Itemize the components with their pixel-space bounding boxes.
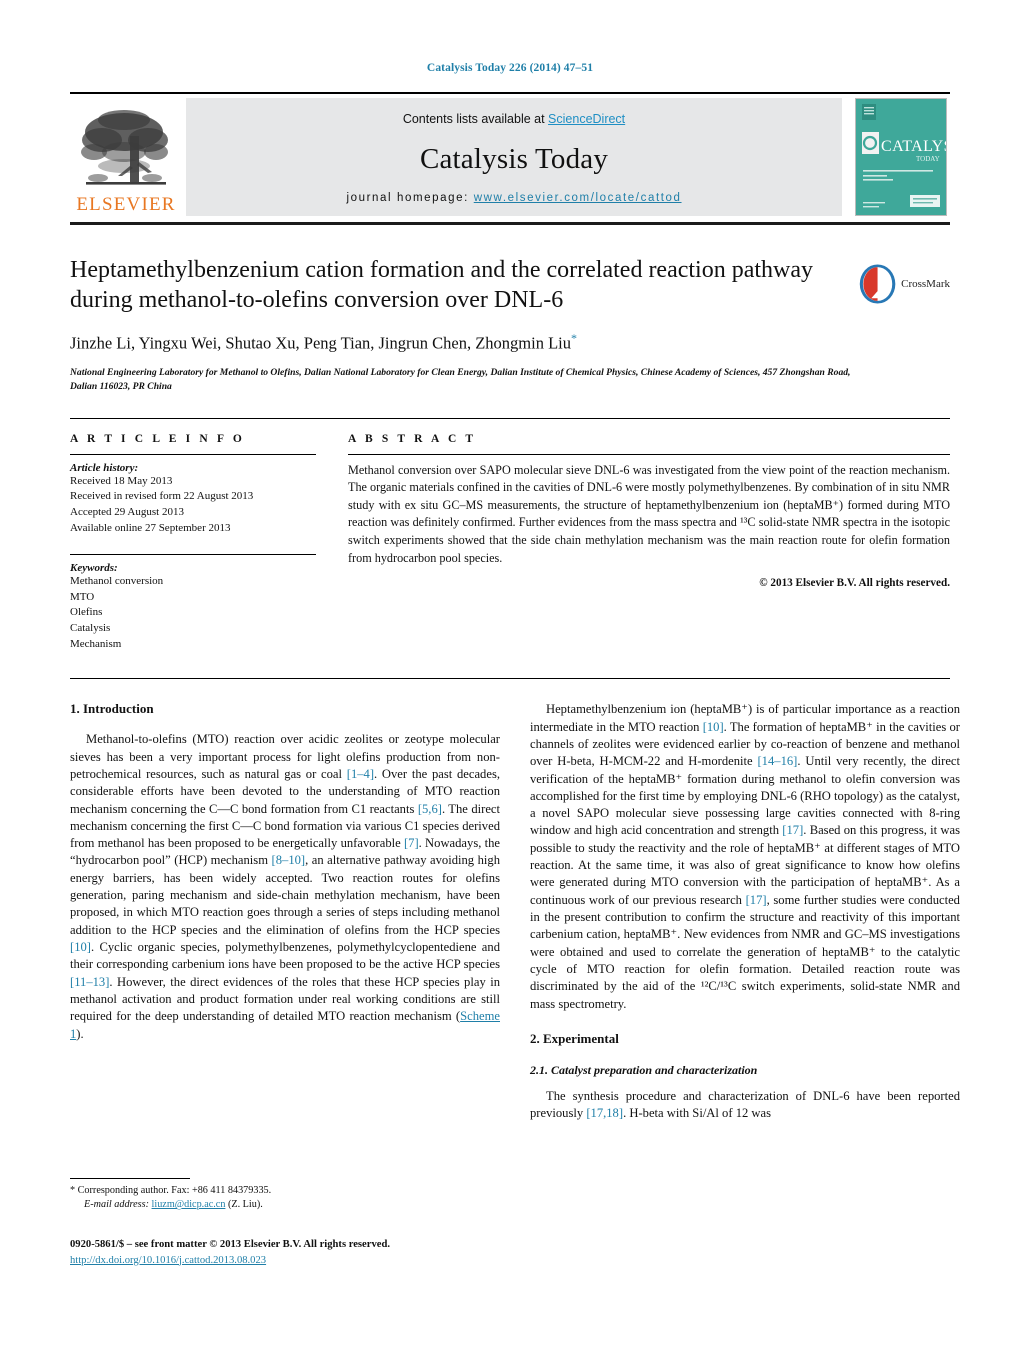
footnote-rule — [70, 1178, 190, 1179]
body-top-rule — [70, 678, 950, 680]
intro-text-h: ). — [76, 1026, 84, 1041]
corresponding-author-text: Corresponding author. Fax: +86 411 84379… — [77, 1185, 272, 1196]
intro-text-f: . Cyclic organic species, polymethylbenz… — [70, 940, 500, 972]
corresponding-author-note: * Corresponding author. Fax: +86 411 843… — [70, 1184, 500, 1198]
intro-text-g: . However, the direct evidences of the r… — [70, 974, 500, 1024]
citation-11-13[interactable]: [11–13] — [70, 975, 109, 989]
contents-prefix: Contents lists available at — [402, 112, 549, 126]
history-revised: Received in revised form 22 August 2013 — [70, 490, 254, 503]
keyword-item: Catalysis — [70, 622, 111, 635]
citation-17-18[interactable]: [17,18] — [586, 1106, 623, 1120]
elsevier-logo: ELSEVIER — [70, 98, 182, 216]
right-text-e: , some further studies were conducted in… — [530, 892, 960, 1011]
crossmark-badge[interactable]: CrossMark — [858, 257, 950, 311]
article-page: Catalysis Today 226 (2014) 47–51 ELSEVIE… — [0, 0, 1020, 1351]
issn-block: 0920-5861/$ – see front matter © 2013 El… — [70, 1239, 500, 1268]
cover-artwork: CATALYSIS TODAY — [856, 99, 947, 215]
issn-front-matter: 0920-5861/$ – see front matter © 2013 El… — [70, 1238, 390, 1250]
article-info-column: A R T I C L E I N F O Article history: R… — [70, 433, 316, 652]
info-abstract-row: A R T I C L E I N F O Article history: R… — [70, 433, 950, 652]
affiliation: National Engineering Laboratory for Meth… — [70, 366, 851, 392]
footnote-marker: * — [70, 1185, 76, 1196]
doi-link[interactable]: http://dx.doi.org/10.1016/j.cattod.2013.… — [70, 1255, 266, 1266]
email-link[interactable]: liuzm@dicp.ac.cn — [152, 1199, 226, 1210]
keywords-block: Keywords: Methanol conversion MTO Olefin… — [70, 554, 316, 652]
experimental-paragraph: The synthesis procedure and characteriza… — [530, 1088, 960, 1123]
exp-text-b: . H-beta with Si/Al of 12 was — [623, 1106, 772, 1121]
crossmark-icon — [859, 264, 896, 304]
abstract-copyright: © 2013 Elsevier B.V. All rights reserved… — [759, 577, 950, 590]
body-column-left: 1. Introduction Methanol-to-olefins (MTO… — [70, 701, 500, 1045]
intro-paragraph: Methanol-to-olefins (MTO) reaction over … — [70, 731, 500, 1043]
section-heading-experimental: 2. Experimental — [530, 1030, 619, 1046]
elsevier-tree-icon — [81, 110, 168, 185]
history-received: Received 18 May 2013 — [70, 474, 173, 487]
abstract-rule — [348, 453, 950, 455]
citation-17-second[interactable]: [17] — [746, 893, 767, 907]
citation-8-10[interactable]: [8–10] — [272, 853, 306, 867]
journal-homepage-link[interactable]: www.elsevier.com/locate/cattod — [474, 192, 682, 204]
info-top-rule — [70, 417, 950, 419]
history-online: Available online 27 September 2013 — [70, 521, 231, 534]
email-note: E-mail address: liuzm@dicp.ac.cn (Z. Liu… — [70, 1198, 500, 1212]
citation-10-right[interactable]: [10] — [703, 720, 724, 734]
subsection-heading-catalyst-prep: 2.1. Catalyst preparation and characteri… — [530, 1062, 758, 1077]
citation-5-6[interactable]: [5,6] — [418, 802, 442, 816]
body-columns: 1. Introduction Methanol-to-olefins (MTO… — [70, 701, 960, 1124]
running-head: Catalysis Today 226 (2014) 47–51 — [426, 62, 594, 74]
right-paragraph: Heptamethylbenzenium ion (heptaMB⁺) is o… — [530, 701, 960, 1013]
citation-14-16[interactable]: [14–16] — [757, 754, 797, 768]
body-column-right: Heptamethylbenzenium ion (heptaMB⁺) is o… — [530, 701, 960, 1124]
homepage-prefix: journal homepage: — [346, 192, 469, 204]
abstract-text: Methanol conversion over SAPO molecular … — [348, 462, 950, 565]
svg-text:TODAY: TODAY — [916, 155, 940, 163]
header-bottom-rule — [70, 222, 950, 225]
sciencedirect-link[interactable]: ScienceDirect — [548, 112, 625, 126]
section-heading-introduction: 1. Introduction — [70, 701, 154, 717]
citation-10[interactable]: [10] — [70, 940, 91, 954]
title-block: CrossMark Heptamethylbenzenium cation fo… — [70, 255, 950, 394]
svg-text:CATALYSIS: CATALYSIS — [881, 138, 947, 155]
citation-17[interactable]: [17] — [782, 823, 803, 837]
article-history-label: Article history: — [70, 461, 139, 474]
abstract-column: A B S T R A C T Methanol conversion over… — [348, 433, 950, 652]
keyword-item: Olefins — [70, 606, 103, 619]
journal-title: Catalysis Today — [419, 142, 609, 175]
keyword-item: Methanol conversion — [70, 575, 164, 588]
author-names: Jinzhe Li, Yingxu Wei, Shutao Xu, Peng T… — [70, 333, 572, 353]
keywords-label: Keywords: — [70, 562, 118, 575]
keyword-item: Mechanism — [70, 637, 122, 650]
keyword-item: MTO — [70, 590, 95, 603]
page-title: Heptamethylbenzenium cation formation an… — [70, 257, 814, 314]
author-list: Jinzhe Li, Yingxu Wei, Shutao Xu, Peng T… — [70, 331, 950, 354]
email-label: E-mail address: — [84, 1199, 149, 1211]
cover-image: CATALYSIS TODAY — [855, 98, 947, 216]
crossmark-label: CrossMark — [901, 278, 950, 290]
journal-banner: Contents lists available at ScienceDirec… — [186, 98, 842, 216]
journal-header-band: ELSEVIER Contents lists available at Sci… — [70, 92, 950, 216]
article-info-heading: A R T I C L E I N F O — [70, 432, 245, 445]
citation-1-4[interactable]: [1–4] — [347, 767, 374, 781]
abstract-heading: A B S T R A C T — [348, 432, 477, 445]
elsevier-wordmark: ELSEVIER — [76, 194, 176, 215]
footnote-block: * Corresponding author. Fax: +86 411 843… — [70, 1178, 500, 1268]
journal-homepage-line: journal homepage: www.elsevier.com/locat… — [346, 192, 681, 204]
keywords-rule — [70, 554, 316, 556]
corresponding-author-marker: * — [571, 331, 578, 346]
contents-available-line: Contents lists available at ScienceDirec… — [403, 112, 625, 126]
citation-7[interactable]: [7] — [404, 836, 419, 850]
article-info-rule — [70, 453, 316, 455]
email-suffix: (Z. Liu). — [227, 1199, 263, 1211]
history-accepted: Accepted 29 August 2013 — [70, 506, 184, 518]
journal-cover-thumbnail: CATALYSIS TODAY — [852, 98, 950, 216]
